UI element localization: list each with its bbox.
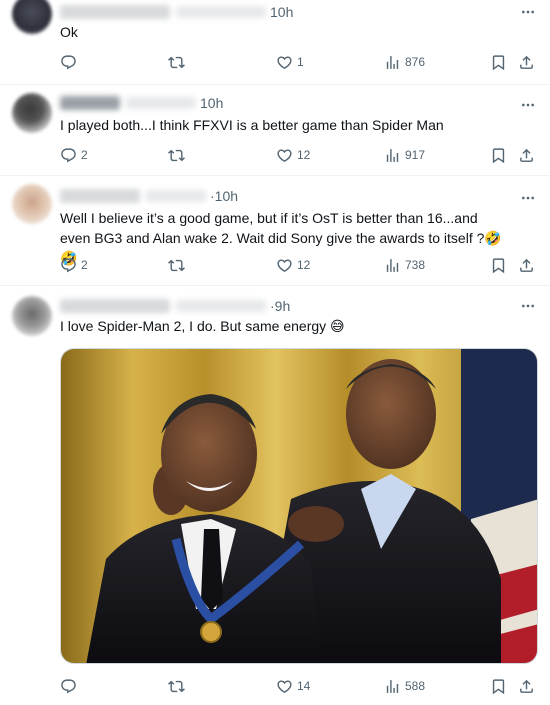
views-count: 876 bbox=[405, 55, 426, 69]
views-button[interactable]: 876 bbox=[384, 52, 425, 72]
views-count: 588 bbox=[405, 679, 426, 693]
reply-count: 2 bbox=[81, 148, 88, 162]
like-count: 14 bbox=[297, 679, 311, 693]
bookmark-button[interactable] bbox=[490, 255, 507, 275]
views-button[interactable]: 588 bbox=[384, 676, 425, 696]
tweet-text: I love Spider-Man 2, I do. But same ener… bbox=[60, 318, 345, 334]
reply-button[interactable]: 2 bbox=[60, 255, 88, 275]
tweet-time[interactable]: 10h bbox=[270, 4, 293, 20]
more-icon[interactable] bbox=[520, 298, 536, 314]
bookmark-icon bbox=[490, 257, 507, 274]
bookmark-button[interactable] bbox=[490, 676, 507, 696]
author-name[interactable] bbox=[60, 5, 170, 19]
share-button[interactable] bbox=[518, 255, 535, 275]
bookmark-icon bbox=[490, 678, 507, 695]
reply-icon bbox=[60, 678, 77, 695]
tweet-header: ·9h bbox=[60, 296, 290, 316]
author-name[interactable] bbox=[60, 96, 120, 110]
heart-icon bbox=[276, 54, 293, 71]
tweet-1[interactable]: 10h Ok 1 876 bbox=[0, 0, 550, 85]
bookmark-icon bbox=[490, 54, 507, 71]
share-icon bbox=[518, 147, 535, 164]
share-button[interactable] bbox=[518, 676, 535, 696]
tweet-time[interactable]: ·9h bbox=[270, 298, 290, 314]
reply-count: 2 bbox=[81, 258, 88, 272]
views-icon bbox=[384, 678, 401, 695]
share-icon bbox=[518, 678, 535, 695]
share-button[interactable] bbox=[518, 52, 535, 72]
reply-button[interactable] bbox=[60, 52, 81, 72]
like-count: 12 bbox=[297, 258, 311, 272]
like-button[interactable]: 12 bbox=[276, 255, 310, 275]
views-count: 738 bbox=[405, 258, 426, 272]
more-icon[interactable] bbox=[520, 190, 536, 206]
tweet-text: I played both...I think FFXVI is a bette… bbox=[60, 117, 444, 133]
like-button[interactable]: 14 bbox=[276, 676, 310, 696]
avatar[interactable] bbox=[12, 296, 52, 336]
tweet-2[interactable]: 10h I played both...I think FFXVI is a b… bbox=[0, 85, 550, 176]
like-count: 12 bbox=[297, 148, 311, 162]
share-icon bbox=[518, 257, 535, 274]
tweet-header: 10h bbox=[60, 93, 223, 113]
retweet-icon bbox=[168, 678, 185, 695]
retweet-button[interactable] bbox=[168, 676, 185, 696]
tweet-text: Ok bbox=[60, 24, 78, 40]
tweet-3[interactable]: ·10h Well I believe it’s a good game, bu… bbox=[0, 176, 550, 286]
tweet-header: ·10h bbox=[60, 186, 238, 206]
reply-icon bbox=[60, 147, 77, 164]
retweet-icon bbox=[168, 54, 185, 71]
retweet-icon bbox=[168, 147, 185, 164]
views-icon bbox=[384, 147, 401, 164]
bookmark-icon bbox=[490, 147, 507, 164]
reply-button[interactable]: 2 bbox=[60, 145, 88, 165]
author-handle[interactable] bbox=[126, 97, 196, 109]
author-handle[interactable] bbox=[146, 190, 206, 202]
retweet-icon bbox=[168, 257, 185, 274]
avatar[interactable] bbox=[12, 184, 52, 224]
reply-icon bbox=[60, 54, 77, 71]
tweet-photo[interactable] bbox=[60, 348, 538, 664]
heart-icon bbox=[276, 257, 293, 274]
author-name[interactable] bbox=[60, 189, 140, 203]
retweet-button[interactable] bbox=[168, 52, 185, 72]
more-icon[interactable] bbox=[520, 4, 536, 20]
bookmark-button[interactable] bbox=[490, 145, 507, 165]
heart-icon bbox=[276, 147, 293, 164]
avatar[interactable] bbox=[12, 0, 52, 34]
author-name[interactable] bbox=[60, 299, 170, 313]
views-button[interactable]: 917 bbox=[384, 145, 425, 165]
like-button[interactable]: 1 bbox=[276, 52, 304, 72]
tweet-actions: 1 876 bbox=[60, 52, 538, 72]
retweet-button[interactable] bbox=[168, 255, 185, 275]
share-icon bbox=[518, 54, 535, 71]
like-count: 1 bbox=[297, 55, 304, 69]
tweet-actions: 14 588 bbox=[60, 676, 538, 696]
avatar[interactable] bbox=[12, 93, 52, 133]
author-handle[interactable] bbox=[176, 300, 266, 312]
share-button[interactable] bbox=[518, 145, 535, 165]
photo-medal-ceremony bbox=[61, 349, 537, 663]
tweet-header: 10h bbox=[60, 2, 293, 22]
reply-icon bbox=[60, 257, 77, 274]
bookmark-button[interactable] bbox=[490, 52, 507, 72]
tweet-time[interactable]: ·10h bbox=[210, 188, 238, 204]
heart-icon bbox=[276, 678, 293, 695]
tweet-time[interactable]: 10h bbox=[200, 95, 223, 111]
tweet-actions: 2 12 738 bbox=[60, 255, 538, 275]
like-button[interactable]: 12 bbox=[276, 145, 310, 165]
retweet-button[interactable] bbox=[168, 145, 185, 165]
more-icon[interactable] bbox=[520, 97, 536, 113]
tweet-actions: 2 12 917 bbox=[60, 145, 538, 165]
author-handle[interactable] bbox=[176, 6, 266, 18]
reply-button[interactable] bbox=[60, 676, 81, 696]
views-icon bbox=[384, 257, 401, 274]
views-count: 917 bbox=[405, 148, 426, 162]
views-icon bbox=[384, 54, 401, 71]
views-button[interactable]: 738 bbox=[384, 255, 425, 275]
